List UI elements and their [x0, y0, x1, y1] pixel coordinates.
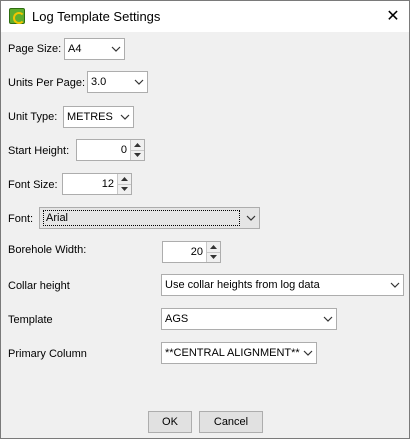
font-size-label: Font Size: [8, 179, 58, 191]
font-label: Font: [8, 213, 34, 225]
spin-down-icon[interactable] [207, 251, 220, 262]
collar-height-label: Collar height [8, 280, 70, 292]
start-height-value: 0 [120, 144, 127, 156]
font-size-spinner[interactable]: 12 [62, 173, 132, 195]
unit-type-label: Unit Type: [8, 111, 58, 123]
template-dropdown[interactable]: AGS [161, 308, 337, 330]
chevron-down-icon [117, 107, 133, 127]
primary-column-label: Primary Column [8, 348, 87, 360]
borehole-width-value: 20 [190, 246, 203, 258]
chevron-down-icon [320, 309, 336, 329]
chevron-down-icon [243, 208, 259, 228]
dialog-title: Log Template Settings [32, 9, 161, 24]
primary-column-dropdown[interactable]: **CENTRAL ALIGNMENT** [161, 342, 317, 364]
collar-height-value: Use collar heights from log data [165, 279, 320, 291]
unit-type-value: METRES [67, 111, 113, 123]
ok-button[interactable]: OK [148, 411, 192, 433]
start-height-label: Start Height: [8, 145, 70, 157]
borehole-width-spinner[interactable]: 20 [162, 241, 221, 263]
chevron-down-icon [131, 72, 147, 92]
title-bar: Log Template Settings ✕ [1, 1, 409, 32]
unit-type-dropdown[interactable]: METRES [63, 106, 134, 128]
start-height-spinner[interactable]: 0 [76, 139, 145, 161]
spin-up-icon[interactable] [207, 242, 220, 252]
collar-height-dropdown[interactable]: Use collar heights from log data [161, 274, 404, 296]
cancel-button[interactable]: Cancel [199, 411, 263, 433]
borehole-width-label: Borehole Width: [8, 244, 87, 256]
chevron-down-icon [387, 275, 403, 295]
template-label: Template [8, 314, 53, 326]
chevron-down-icon [108, 39, 124, 59]
font-size-value: 12 [101, 178, 114, 190]
page-size-label: Page Size: [8, 43, 62, 55]
primary-column-value: **CENTRAL ALIGNMENT** [165, 347, 300, 359]
spin-down-icon[interactable] [131, 149, 144, 160]
page-size-dropdown[interactable]: A4 [64, 38, 125, 60]
close-icon[interactable]: ✕ [377, 1, 409, 31]
app-logo-icon [9, 8, 25, 24]
units-per-page-dropdown[interactable]: 3.0 [87, 71, 148, 93]
spin-up-icon[interactable] [118, 174, 131, 184]
spin-up-icon[interactable] [131, 140, 144, 150]
font-value: Arial [43, 210, 240, 226]
chevron-down-icon [300, 343, 316, 363]
spin-down-icon[interactable] [118, 183, 131, 194]
template-value: AGS [165, 313, 189, 325]
units-per-page-label: Units Per Page: [8, 77, 86, 89]
font-dropdown[interactable]: Arial [39, 207, 260, 229]
log-template-settings-dialog: Log Template Settings ✕ Page Size: A4 Un… [0, 0, 410, 439]
units-per-page-value: 3.0 [91, 76, 107, 88]
page-size-value: A4 [68, 43, 82, 55]
